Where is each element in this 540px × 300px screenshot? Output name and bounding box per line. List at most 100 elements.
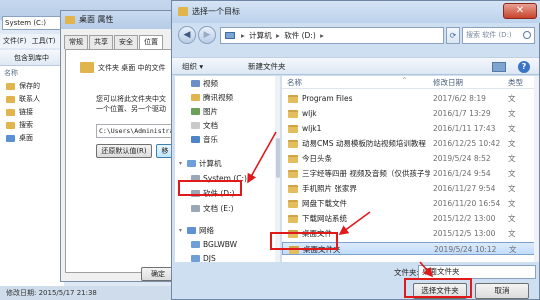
background-address-bar[interactable]: System (C:) <box>2 16 64 30</box>
file-name: 三字经等四册 视频及音频（仅供孩子学 <box>302 169 430 178</box>
nav-item-label: 腾讯视频 <box>203 93 233 102</box>
folder-icon <box>191 94 200 101</box>
breadcrumb-computer[interactable]: 计算机 <box>249 31 272 40</box>
arrow-right-icon: ▶ <box>203 30 211 40</box>
ok-button[interactable]: 确定 <box>141 267 175 281</box>
search-input[interactable]: 搜索 软件 (D:) <box>462 27 535 44</box>
help-button[interactable]: ? <box>518 61 530 73</box>
background-menu-bar: 文件(F) 工具(T) <box>0 34 64 48</box>
list-item[interactable]: Program Files 2017/6/2 8:19 文 <box>282 92 537 105</box>
list-item[interactable]: wljk1 2016/1/11 17:43 文 <box>282 122 537 135</box>
select-target-dialog: 选择一个目标 ✕ ◀ ▶ ▸ 计算机 ▸ 软件 (D:) ▸ ⟳ 搜索 软件 (… <box>171 0 540 300</box>
expand-icon[interactable]: ▾ <box>179 227 182 234</box>
nav-item-label: 文档 (E:) <box>203 204 234 213</box>
documents-library-icon <box>191 122 200 129</box>
list-header: ^ 名称 修改日期 类型 <box>282 76 537 89</box>
navigation-pane: 视频 腾讯视频 图片 文档 音乐 ▾ 计算机 System (C:) 软件 (D… <box>175 76 281 262</box>
nav-item-label: 保存的 <box>19 82 40 90</box>
network-icon <box>187 227 196 234</box>
file-name: 手机照片 张家界 <box>302 184 357 193</box>
list-item[interactable]: 今日头条 2019/5/24 8:52 文 <box>282 152 537 165</box>
breadcrumb-separator[interactable]: ▸ <box>320 31 324 40</box>
list-item[interactable]: 三字经等四册 视频及音频（仅供孩子学 2016/1/24 9:54 文 <box>282 167 537 180</box>
folder-icon <box>6 83 15 90</box>
back-button[interactable]: ◀ <box>178 26 196 44</box>
expand-icon[interactable]: ▾ <box>179 160 182 167</box>
network-computer-icon <box>191 255 200 262</box>
folder-name-input[interactable]: 桌面文件夹 <box>418 265 536 279</box>
file-type: 文 <box>508 169 516 178</box>
view-options-icon[interactable] <box>492 62 506 72</box>
background-nav-header[interactable]: 名称 <box>0 66 64 80</box>
menu-file[interactable]: 文件(F) <box>3 37 27 45</box>
location-help-text: 您可以将此文件夹中文 一个位置、另一个驱动 <box>96 94 166 114</box>
background-include-in-library-button[interactable]: 包含到库中 <box>0 50 64 66</box>
cancel-button[interactable]: 取消 <box>475 283 529 299</box>
background-nav-pane: 名称 保存的 联系人 链接 搜索 桌面 <box>0 66 64 286</box>
file-name: wljk1 <box>302 124 322 133</box>
file-date: 2015/12/5 13:00 <box>433 229 496 238</box>
background-nav-item[interactable]: 链接 <box>0 106 64 119</box>
file-date: 2016/11/20 16:54 <box>433 199 501 208</box>
file-date: 2016/12/25 10:42 <box>433 139 501 148</box>
close-button[interactable]: ✕ <box>503 3 537 19</box>
network-computer-icon <box>191 241 200 248</box>
background-nav-item[interactable]: 保存的 <box>0 80 64 93</box>
folder-icon <box>288 155 298 163</box>
highlight-selected-folder <box>270 232 338 250</box>
dialog-toolbar: 组织 ▾ 新建文件夹 ? <box>172 57 539 75</box>
list-item[interactable]: wljk 2016/1/7 13:29 文 <box>282 107 537 120</box>
file-type: 文 <box>508 214 516 223</box>
folder-icon <box>288 95 298 103</box>
nav-item-label: 网络 <box>199 226 214 235</box>
help-line: 您可以将此文件夹中文 <box>96 95 166 103</box>
folder-icon <box>65 16 75 24</box>
nav-item-label: BGLWBW <box>203 240 238 249</box>
file-date: 2017/6/2 8:19 <box>433 94 486 103</box>
list-item[interactable]: 动易CMS 动易模板防站视频培训教程 2016/12/25 10:42 文 <box>282 137 537 150</box>
music-library-icon <box>191 136 200 143</box>
folder-icon <box>288 200 298 208</box>
menu-tools[interactable]: 工具(T) <box>32 37 56 45</box>
tab-sharing[interactable]: 共享 <box>89 35 113 49</box>
location-path-field[interactable]: C:\Users\Administrator <box>96 124 174 138</box>
column-name[interactable]: 名称 <box>287 76 302 89</box>
folder-icon <box>288 125 298 133</box>
search-icon <box>6 122 15 129</box>
drive-icon <box>191 205 200 212</box>
restore-default-button[interactable]: 还原默认值(R) <box>96 144 152 158</box>
list-item[interactable]: 网盘下载文件 2016/11/20 16:54 文 <box>282 197 537 210</box>
column-type[interactable]: 类型 <box>508 76 523 89</box>
address-breadcrumb[interactable]: ▸ 计算机 ▸ 软件 (D:) ▸ <box>220 27 444 44</box>
folder-icon <box>288 215 298 223</box>
breadcrumb-separator[interactable]: ▸ <box>276 31 280 40</box>
highlight-select-folder-button <box>404 278 472 298</box>
new-folder-button[interactable]: 新建文件夹 <box>248 58 286 76</box>
file-date: 2016/11/27 9:54 <box>433 184 496 193</box>
pictures-library-icon <box>191 108 200 115</box>
organize-menu-button[interactable]: 组织 ▾ <box>182 58 203 76</box>
forward-button[interactable]: ▶ <box>198 26 216 44</box>
file-type: 文 <box>508 199 516 208</box>
background-nav-item[interactable]: 搜索 <box>0 119 64 132</box>
file-list-scrollbar[interactable] <box>534 76 539 262</box>
tab-location[interactable]: 位置 <box>139 35 163 49</box>
refresh-icon: ⟳ <box>449 31 457 40</box>
folder-icon <box>80 62 94 73</box>
file-type: 文 <box>509 245 517 254</box>
column-date-modified[interactable]: 修改日期 <box>433 76 463 89</box>
background-nav-item[interactable]: 联系人 <box>0 93 64 106</box>
list-item[interactable]: 手机照片 张家界 2016/11/27 9:54 文 <box>282 182 537 195</box>
file-date: 2016/1/24 9:54 <box>433 169 491 178</box>
tab-general[interactable]: 常规 <box>64 35 88 49</box>
tab-security[interactable]: 安全 <box>114 35 138 49</box>
properties-title: 桌面 属性 <box>79 15 114 24</box>
refresh-button[interactable]: ⟳ <box>446 27 460 44</box>
file-name: 下载网站系统 <box>302 214 347 223</box>
background-nav-item[interactable]: 桌面 <box>0 132 64 145</box>
breadcrumb-drive-d[interactable]: 软件 (D:) <box>284 31 316 40</box>
file-name: 动易CMS 动易模板防站视频培训教程 <box>302 139 426 148</box>
breadcrumb-separator[interactable]: ▸ <box>241 31 245 40</box>
scrollbar-thumb[interactable] <box>276 138 280 178</box>
list-item[interactable]: 下载网站系统 2015/12/2 13:00 文 <box>282 212 537 225</box>
